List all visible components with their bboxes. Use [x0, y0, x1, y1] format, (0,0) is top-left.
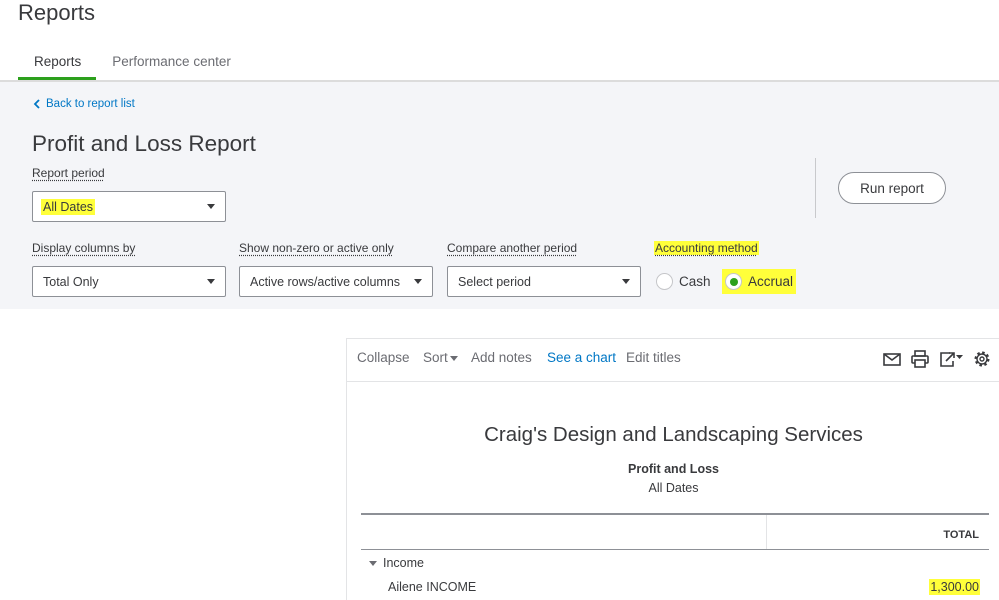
filter-divider	[815, 158, 816, 218]
edit-titles-button[interactable]: Edit titles	[626, 350, 681, 365]
export-icon[interactable]	[938, 349, 964, 369]
display-columns-value: Total Only	[43, 274, 99, 289]
show-nonzero-select[interactable]: Active rows/active columns	[239, 266, 433, 297]
accounting-method-label: Accounting method	[654, 241, 759, 255]
radio-cash-label: Cash	[679, 274, 711, 289]
see-a-chart-link[interactable]: See a chart	[547, 350, 616, 365]
run-report-button[interactable]: Run report	[838, 172, 946, 204]
tab-performance-center[interactable]: Performance center	[96, 48, 246, 81]
radio-cash[interactable]: Cash	[656, 273, 711, 290]
report-period-select[interactable]: All Dates	[32, 191, 226, 222]
triangle-down-icon	[369, 560, 377, 566]
account-amount-link[interactable]: 1,300.00	[929, 579, 980, 595]
sort-label: Sort	[423, 350, 448, 365]
column-divider	[766, 515, 767, 549]
sort-button[interactable]: Sort	[423, 350, 458, 365]
caret-down-icon	[414, 279, 422, 284]
show-nonzero-label: Show non-zero or active only	[239, 241, 394, 255]
caret-down-icon	[449, 355, 458, 361]
caret-down-icon	[622, 279, 630, 284]
show-nonzero-value: Active rows/active columns	[250, 274, 401, 289]
page-title: Reports	[18, 0, 96, 25]
report-toolbar: Collapse Sort Add notes See a chart Edit…	[347, 339, 999, 382]
account-name: Ailene INCOME	[388, 580, 477, 594]
radio-circle	[656, 273, 673, 290]
gear-icon[interactable]	[972, 349, 992, 369]
compare-period-label: Compare another period	[447, 241, 578, 255]
print-icon[interactable]	[910, 349, 930, 369]
section-label: Income	[383, 556, 424, 570]
display-columns-label: Display columns by	[32, 241, 136, 255]
tab-bar: Reports Performance center	[18, 48, 246, 81]
report-period-subtitle: All Dates	[648, 481, 699, 495]
tab-reports[interactable]: Reports	[18, 48, 97, 81]
report-period-label: Report period	[32, 166, 105, 180]
display-columns-select[interactable]: Total Only	[32, 266, 226, 297]
add-notes-button[interactable]: Add notes	[471, 350, 532, 365]
back-link-label: Back to report list	[46, 98, 135, 110]
compare-period-value: Select period	[458, 274, 531, 289]
caret-down-icon	[207, 279, 215, 284]
back-to-report-list-link[interactable]: Back to report list	[33, 98, 135, 110]
radio-accrual-label: Accrual	[748, 274, 794, 289]
report-name: Profit and Loss	[628, 462, 719, 476]
chevron-left-icon	[33, 99, 40, 109]
column-header-total: TOTAL	[943, 529, 979, 541]
table-header-rule	[361, 549, 989, 550]
company-name: Craig's Design and Landscaping Services	[484, 423, 863, 446]
collapse-button[interactable]: Collapse	[357, 350, 410, 365]
report-period-value: All Dates	[41, 198, 96, 215]
caret-down-icon	[207, 204, 215, 209]
radio-accrual[interactable]: Accrual	[722, 269, 797, 294]
email-icon[interactable]	[882, 349, 902, 369]
radio-circle-selected	[725, 273, 742, 290]
report-card: Collapse Sort Add notes See a chart Edit…	[346, 338, 999, 600]
table-top-rule	[361, 513, 989, 515]
section-toggle-income[interactable]: Income	[369, 556, 424, 570]
report-title: Profit and Loss Report	[32, 131, 256, 156]
compare-period-select[interactable]: Select period	[447, 266, 641, 297]
